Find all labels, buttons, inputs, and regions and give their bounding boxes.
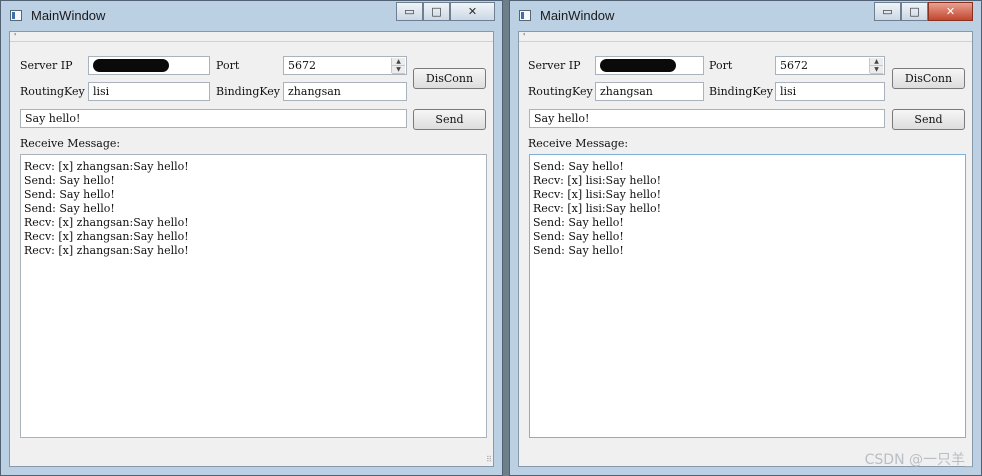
routing-key-input[interactable]: lisi (88, 82, 210, 101)
log-line: Recv: [x] zhangsan:Say hello! (24, 230, 189, 243)
app-window-icon (10, 10, 22, 21)
main-window-right: MainWindow ▭ □ ✕ ' Server IP Port 5672 ▲… (509, 0, 982, 476)
port-label: Port (709, 59, 733, 72)
watermark: CSDN @一只羊_ (864, 452, 972, 468)
disconnect-button[interactable]: DisConn (413, 68, 486, 89)
routing-key-label: RoutingKey (20, 85, 85, 98)
log-line: Recv: [x] lisi:Say hello! (533, 202, 662, 215)
binding-key-label: BindingKey (216, 85, 281, 98)
client-area: ' Server IP Port 5672 ▲ ▼ DisConn Routin… (9, 31, 494, 467)
title-bar[interactable]: MainWindow ▭ □ ✕ (1, 1, 502, 31)
message-input[interactable]: Say hello! (529, 109, 885, 128)
disconnect-button[interactable]: DisConn (892, 68, 965, 89)
server-ip-input[interactable] (595, 56, 704, 75)
menu-marker: ' (523, 32, 526, 41)
log-line: Send: Say hello! (533, 244, 624, 257)
server-ip-label: Server IP (20, 59, 73, 72)
client-area: ' Server IP Port 5672 ▲ ▼ DisConn Routin… (518, 31, 973, 467)
port-spinbox[interactable]: 5672 ▲ ▼ (775, 56, 885, 75)
close-icon[interactable]: ✕ (928, 2, 973, 21)
spin-up-icon[interactable]: ▲ (392, 58, 405, 66)
spin-up-icon[interactable]: ▲ (870, 58, 883, 66)
log-line: Send: Say hello! (24, 202, 115, 215)
port-spin-buttons: ▲ ▼ (869, 58, 883, 74)
minimize-icon[interactable]: ▭ (396, 2, 423, 21)
log-line: Recv: [x] zhangsan:Say hello! (24, 216, 189, 229)
routing-key-input[interactable]: zhangsan (595, 82, 704, 101)
caption-buttons: ▭ □ ✕ (874, 2, 973, 21)
maximize-icon[interactable]: □ (423, 2, 450, 21)
port-spinbox[interactable]: 5672 ▲ ▼ (283, 56, 407, 75)
routing-key-label: RoutingKey (528, 85, 593, 98)
window-title: MainWindow (540, 8, 615, 23)
maximize-icon[interactable]: □ (901, 2, 928, 21)
message-log[interactable]: Recv: [x] zhangsan:Say hello! Send: Say … (20, 154, 487, 438)
binding-key-label: BindingKey (709, 85, 774, 98)
send-button[interactable]: Send (892, 109, 965, 130)
window-title: MainWindow (31, 8, 106, 23)
binding-key-input[interactable]: zhangsan (283, 82, 407, 101)
resize-grip-icon[interactable]: ⠿ (486, 455, 492, 464)
log-line: Send: Say hello! (533, 230, 624, 243)
port-value: 5672 (288, 59, 316, 72)
spin-down-icon[interactable]: ▼ (392, 66, 405, 74)
receive-message-label: Receive Message: (20, 137, 121, 150)
port-label: Port (216, 59, 240, 72)
menu-bar[interactable]: ' (519, 32, 972, 42)
menu-bar[interactable]: ' (10, 32, 493, 42)
port-spin-buttons: ▲ ▼ (391, 58, 405, 74)
log-line: Send: Say hello! (24, 188, 115, 201)
log-line: Recv: [x] lisi:Say hello! (533, 174, 662, 187)
log-line: Recv: [x] lisi:Say hello! (533, 188, 662, 201)
server-ip-label: Server IP (528, 59, 581, 72)
app-window-icon (519, 10, 531, 21)
spin-down-icon[interactable]: ▼ (870, 66, 883, 74)
port-value: 5672 (780, 59, 808, 72)
log-line: Recv: [x] zhangsan:Say hello! (24, 244, 189, 257)
send-button[interactable]: Send (413, 109, 486, 130)
server-ip-input[interactable] (88, 56, 210, 75)
redacted-ip-mark (93, 59, 169, 72)
log-line: Recv: [x] zhangsan:Say hello! (24, 160, 189, 173)
caption-buttons: ▭ □ ✕ (396, 2, 495, 21)
close-icon[interactable]: ✕ (450, 2, 495, 21)
minimize-icon[interactable]: ▭ (874, 2, 901, 21)
message-log[interactable]: Send: Say hello! Recv: [x] lisi:Say hell… (529, 154, 966, 438)
log-line: Send: Say hello! (533, 216, 624, 229)
receive-message-label: Receive Message: (528, 137, 629, 150)
menu-marker: ' (14, 32, 17, 41)
log-line: Send: Say hello! (24, 174, 115, 187)
main-window-left: MainWindow ▭ □ ✕ ' Server IP Port 5672 ▲… (0, 0, 503, 476)
binding-key-input[interactable]: lisi (775, 82, 885, 101)
message-input[interactable]: Say hello! (20, 109, 407, 128)
log-line: Send: Say hello! (533, 160, 624, 173)
redacted-ip-mark (600, 59, 676, 72)
title-bar[interactable]: MainWindow ▭ □ ✕ (510, 1, 981, 31)
